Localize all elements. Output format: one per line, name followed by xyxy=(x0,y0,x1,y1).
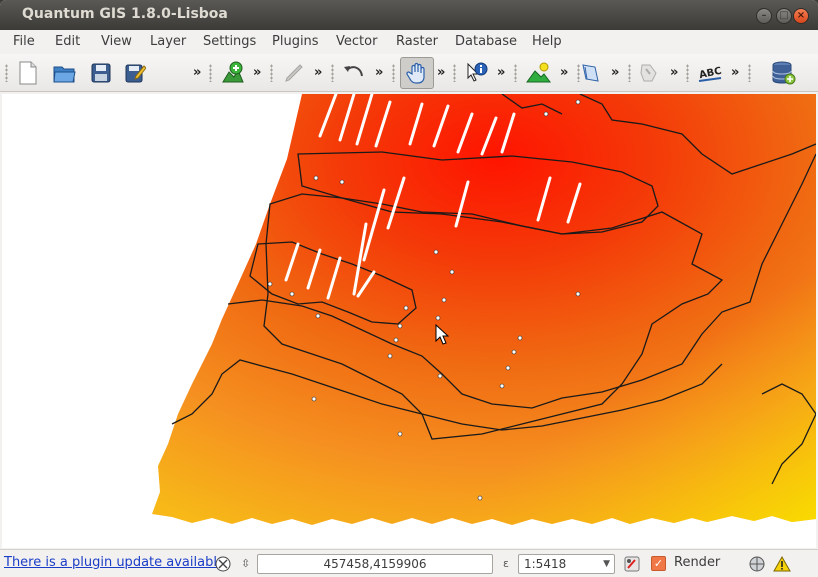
menu-edit[interactable]: Edit xyxy=(55,34,80,49)
menu-view[interactable]: View xyxy=(101,34,132,49)
toolbar-overflow-1[interactable]: » xyxy=(193,65,201,80)
identify-icon[interactable] xyxy=(460,58,492,88)
pan-hand-icon[interactable] xyxy=(400,57,434,89)
menu-plugins[interactable]: Plugins xyxy=(272,34,319,49)
toolbar-grip[interactable] xyxy=(270,64,273,82)
crs-status-icon[interactable] xyxy=(747,554,767,574)
open-project-icon[interactable] xyxy=(48,58,80,88)
toolbar-grip[interactable] xyxy=(5,64,8,82)
raster-terrain-icon[interactable] xyxy=(522,58,554,88)
window-title: Quantum GIS 1.8.0-Lisboa xyxy=(22,6,228,22)
minimize-button[interactable]: – xyxy=(756,8,772,24)
toolbar-grip[interactable] xyxy=(628,64,631,82)
toolbar-grip[interactable] xyxy=(453,64,456,82)
pencil-edit-icon[interactable] xyxy=(278,58,310,88)
raster-layer xyxy=(152,94,816,525)
render-checkbox[interactable]: ✓ xyxy=(651,556,666,571)
title-bar: Quantum GIS 1.8.0-Lisboa – □ × xyxy=(0,0,818,30)
menu-vector[interactable]: Vector xyxy=(336,34,377,49)
toolbar-overflow-3[interactable]: » xyxy=(314,65,322,80)
toolbar-grip[interactable] xyxy=(748,64,751,82)
plugin-update-link[interactable]: There is a plugin update available xyxy=(4,555,225,570)
toolbar-overflow-6[interactable]: » xyxy=(497,65,505,80)
toolbar-grip[interactable] xyxy=(514,64,517,82)
toolbar-overflow-5[interactable]: » xyxy=(437,65,445,80)
coordinate-field[interactable]: 457458,4159906 xyxy=(257,554,493,574)
toolbar-overflow-4[interactable]: » xyxy=(375,65,383,80)
bookmark-icon[interactable] xyxy=(574,58,606,88)
coordinate-label: ⇳ xyxy=(241,557,251,570)
stop-render-icon[interactable] xyxy=(622,554,642,574)
menu-layer[interactable]: Layer xyxy=(150,34,186,49)
new-project-icon[interactable] xyxy=(12,58,44,88)
maximize-button[interactable]: □ xyxy=(776,8,792,24)
heatmap-edge-glow xyxy=(152,94,816,525)
toolbar-grip[interactable] xyxy=(392,64,395,82)
menu-bar: File Edit View Layer Settings Plugins Ve… xyxy=(0,30,818,54)
mouse-cursor-icon xyxy=(435,324,450,345)
menu-raster[interactable]: Raster xyxy=(396,34,438,49)
toolbar-overflow-9[interactable]: » xyxy=(670,65,678,80)
menu-help[interactable]: Help xyxy=(532,34,562,49)
label-abc-icon[interactable]: ABC xyxy=(694,58,726,88)
menu-file[interactable]: File xyxy=(13,34,35,49)
toolbar-grip[interactable] xyxy=(686,64,689,82)
close-button[interactable]: × xyxy=(793,8,809,24)
render-label: Render xyxy=(674,555,721,570)
warning-icon[interactable] xyxy=(772,554,792,574)
scale-value: 1:5418 xyxy=(524,557,567,571)
toolbar-overflow-10[interactable]: » xyxy=(731,65,739,80)
status-bar: There is a plugin update available ⇳ 457… xyxy=(0,549,818,577)
map-canvas[interactable] xyxy=(2,94,816,548)
digitize-icon[interactable] xyxy=(633,58,665,88)
toolbar-overflow-8[interactable]: » xyxy=(611,65,619,80)
add-vector-layer-icon[interactable] xyxy=(217,58,249,88)
toolbar-overflow-2[interactable]: » xyxy=(253,65,261,80)
scale-label: ε xyxy=(503,557,509,570)
qgis-window: Quantum GIS 1.8.0-Lisboa – □ × File Edit… xyxy=(0,0,818,577)
save-project-icon[interactable] xyxy=(85,58,117,88)
scale-combobox[interactable]: 1:5418 ▼ xyxy=(518,554,615,574)
menu-database[interactable]: Database xyxy=(455,34,517,49)
toggle-extents-icon[interactable] xyxy=(213,554,233,574)
database-icon[interactable] xyxy=(767,58,799,88)
undo-icon[interactable] xyxy=(338,58,370,88)
toolbar-grip[interactable] xyxy=(209,64,212,82)
toolbar-grip[interactable] xyxy=(331,64,334,82)
chevron-down-icon[interactable]: ▼ xyxy=(603,555,610,573)
main-toolbar: » » » » » » » » » ABC » xyxy=(0,54,818,92)
save-as-icon[interactable] xyxy=(119,58,151,88)
toolbar-overflow-7[interactable]: » xyxy=(560,65,568,80)
menu-settings[interactable]: Settings xyxy=(203,34,256,49)
